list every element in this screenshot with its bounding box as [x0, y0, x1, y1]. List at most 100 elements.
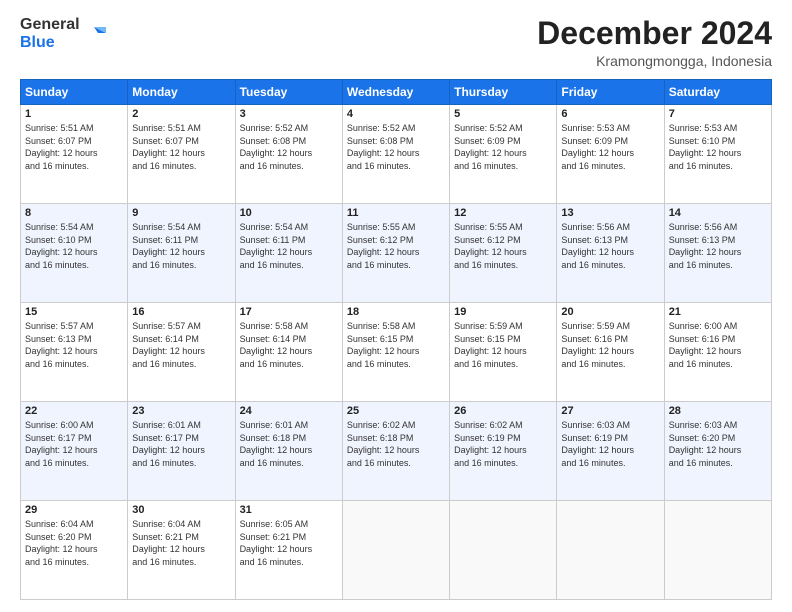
day-number: 15 — [25, 306, 123, 318]
calendar-cell: 21 Sunrise: 6:00 AM Sunset: 6:16 PM Dayl… — [664, 303, 771, 402]
day-number: 26 — [454, 405, 552, 417]
calendar-cell: 16 Sunrise: 5:57 AM Sunset: 6:14 PM Dayl… — [128, 303, 235, 402]
calendar-cell: 30 Sunrise: 6:04 AM Sunset: 6:21 PM Dayl… — [128, 501, 235, 600]
day-number: 23 — [132, 405, 230, 417]
calendar-cell: 13 Sunrise: 5:56 AM Sunset: 6:13 PM Dayl… — [557, 204, 664, 303]
header: General Blue December 2024 Kramongmongga… — [20, 16, 772, 69]
day-info: Sunrise: 5:55 AM Sunset: 6:12 PM Dayligh… — [347, 221, 445, 271]
calendar-cell: 7 Sunrise: 5:53 AM Sunset: 6:10 PM Dayli… — [664, 105, 771, 204]
calendar-table: SundayMondayTuesdayWednesdayThursdayFrid… — [20, 79, 772, 600]
day-number: 11 — [347, 207, 445, 219]
day-info: Sunrise: 5:59 AM Sunset: 6:16 PM Dayligh… — [561, 320, 659, 370]
calendar-cell — [450, 501, 557, 600]
day-number: 18 — [347, 306, 445, 318]
month-title: December 2024 — [537, 16, 772, 51]
day-number: 2 — [132, 108, 230, 120]
day-info: Sunrise: 5:51 AM Sunset: 6:07 PM Dayligh… — [132, 122, 230, 172]
day-info: Sunrise: 6:00 AM Sunset: 6:16 PM Dayligh… — [669, 320, 767, 370]
day-info: Sunrise: 5:52 AM Sunset: 6:08 PM Dayligh… — [347, 122, 445, 172]
day-number: 9 — [132, 207, 230, 219]
day-info: Sunrise: 5:54 AM Sunset: 6:10 PM Dayligh… — [25, 221, 123, 271]
day-number: 3 — [240, 108, 338, 120]
calendar-cell: 6 Sunrise: 5:53 AM Sunset: 6:09 PM Dayli… — [557, 105, 664, 204]
calendar-header-sunday: Sunday — [21, 80, 128, 105]
day-info: Sunrise: 6:01 AM Sunset: 6:18 PM Dayligh… — [240, 419, 338, 469]
day-info: Sunrise: 6:05 AM Sunset: 6:21 PM Dayligh… — [240, 518, 338, 568]
day-info: Sunrise: 6:00 AM Sunset: 6:17 PM Dayligh… — [25, 419, 123, 469]
calendar-cell: 15 Sunrise: 5:57 AM Sunset: 6:13 PM Dayl… — [21, 303, 128, 402]
day-info: Sunrise: 5:59 AM Sunset: 6:15 PM Dayligh… — [454, 320, 552, 370]
calendar-body: 1 Sunrise: 5:51 AM Sunset: 6:07 PM Dayli… — [21, 105, 772, 600]
calendar-cell: 3 Sunrise: 5:52 AM Sunset: 6:08 PM Dayli… — [235, 105, 342, 204]
page: General Blue December 2024 Kramongmongga… — [0, 0, 792, 612]
day-number: 29 — [25, 504, 123, 516]
day-info: Sunrise: 6:04 AM Sunset: 6:21 PM Dayligh… — [132, 518, 230, 568]
calendar-cell: 17 Sunrise: 5:58 AM Sunset: 6:14 PM Dayl… — [235, 303, 342, 402]
calendar-cell — [557, 501, 664, 600]
calendar-header-monday: Monday — [128, 80, 235, 105]
day-info: Sunrise: 6:01 AM Sunset: 6:17 PM Dayligh… — [132, 419, 230, 469]
calendar-cell: 11 Sunrise: 5:55 AM Sunset: 6:12 PM Dayl… — [342, 204, 449, 303]
logo: General Blue — [20, 16, 106, 51]
calendar-week-5: 29 Sunrise: 6:04 AM Sunset: 6:20 PM Dayl… — [21, 501, 772, 600]
day-number: 28 — [669, 405, 767, 417]
day-info: Sunrise: 6:03 AM Sunset: 6:20 PM Dayligh… — [669, 419, 767, 469]
calendar-header-tuesday: Tuesday — [235, 80, 342, 105]
day-info: Sunrise: 5:55 AM Sunset: 6:12 PM Dayligh… — [454, 221, 552, 271]
day-info: Sunrise: 5:52 AM Sunset: 6:08 PM Dayligh… — [240, 122, 338, 172]
calendar-cell: 31 Sunrise: 6:05 AM Sunset: 6:21 PM Dayl… — [235, 501, 342, 600]
calendar-cell: 26 Sunrise: 6:02 AM Sunset: 6:19 PM Dayl… — [450, 402, 557, 501]
calendar-cell: 22 Sunrise: 6:00 AM Sunset: 6:17 PM Dayl… — [21, 402, 128, 501]
day-number: 24 — [240, 405, 338, 417]
day-info: Sunrise: 5:53 AM Sunset: 6:10 PM Dayligh… — [669, 122, 767, 172]
calendar-header-thursday: Thursday — [450, 80, 557, 105]
calendar-cell: 28 Sunrise: 6:03 AM Sunset: 6:20 PM Dayl… — [664, 402, 771, 501]
day-number: 7 — [669, 108, 767, 120]
calendar-cell — [664, 501, 771, 600]
day-info: Sunrise: 5:54 AM Sunset: 6:11 PM Dayligh… — [132, 221, 230, 271]
calendar-cell: 10 Sunrise: 5:54 AM Sunset: 6:11 PM Dayl… — [235, 204, 342, 303]
day-info: Sunrise: 5:52 AM Sunset: 6:09 PM Dayligh… — [454, 122, 552, 172]
calendar-cell: 12 Sunrise: 5:55 AM Sunset: 6:12 PM Dayl… — [450, 204, 557, 303]
day-number: 4 — [347, 108, 445, 120]
day-info: Sunrise: 5:58 AM Sunset: 6:14 PM Dayligh… — [240, 320, 338, 370]
calendar-cell: 2 Sunrise: 5:51 AM Sunset: 6:07 PM Dayli… — [128, 105, 235, 204]
calendar-cell: 25 Sunrise: 6:02 AM Sunset: 6:18 PM Dayl… — [342, 402, 449, 501]
day-number: 1 — [25, 108, 123, 120]
day-number: 16 — [132, 306, 230, 318]
calendar-cell: 20 Sunrise: 5:59 AM Sunset: 6:16 PM Dayl… — [557, 303, 664, 402]
day-number: 19 — [454, 306, 552, 318]
day-number: 27 — [561, 405, 659, 417]
day-info: Sunrise: 5:57 AM Sunset: 6:13 PM Dayligh… — [25, 320, 123, 370]
calendar-cell: 5 Sunrise: 5:52 AM Sunset: 6:09 PM Dayli… — [450, 105, 557, 204]
day-number: 25 — [347, 405, 445, 417]
logo-general: General — [20, 16, 80, 34]
day-info: Sunrise: 5:54 AM Sunset: 6:11 PM Dayligh… — [240, 221, 338, 271]
day-info: Sunrise: 6:02 AM Sunset: 6:19 PM Dayligh… — [454, 419, 552, 469]
calendar-header-row: SundayMondayTuesdayWednesdayThursdayFrid… — [21, 80, 772, 105]
day-number: 5 — [454, 108, 552, 120]
logo-blue: Blue — [20, 34, 80, 52]
location: Kramongmongga, Indonesia — [537, 53, 772, 69]
day-number: 12 — [454, 207, 552, 219]
calendar-header-wednesday: Wednesday — [342, 80, 449, 105]
calendar-cell — [342, 501, 449, 600]
calendar-week-3: 15 Sunrise: 5:57 AM Sunset: 6:13 PM Dayl… — [21, 303, 772, 402]
day-number: 22 — [25, 405, 123, 417]
calendar-cell: 29 Sunrise: 6:04 AM Sunset: 6:20 PM Dayl… — [21, 501, 128, 600]
calendar-cell: 9 Sunrise: 5:54 AM Sunset: 6:11 PM Dayli… — [128, 204, 235, 303]
day-number: 21 — [669, 306, 767, 318]
calendar-cell: 14 Sunrise: 5:56 AM Sunset: 6:13 PM Dayl… — [664, 204, 771, 303]
calendar-week-1: 1 Sunrise: 5:51 AM Sunset: 6:07 PM Dayli… — [21, 105, 772, 204]
day-number: 10 — [240, 207, 338, 219]
day-number: 30 — [132, 504, 230, 516]
calendar-cell: 18 Sunrise: 5:58 AM Sunset: 6:15 PM Dayl… — [342, 303, 449, 402]
calendar-cell: 19 Sunrise: 5:59 AM Sunset: 6:15 PM Dayl… — [450, 303, 557, 402]
day-info: Sunrise: 5:57 AM Sunset: 6:14 PM Dayligh… — [132, 320, 230, 370]
calendar-cell: 24 Sunrise: 6:01 AM Sunset: 6:18 PM Dayl… — [235, 402, 342, 501]
day-number: 6 — [561, 108, 659, 120]
day-number: 14 — [669, 207, 767, 219]
day-info: Sunrise: 5:58 AM Sunset: 6:15 PM Dayligh… — [347, 320, 445, 370]
calendar-cell: 23 Sunrise: 6:01 AM Sunset: 6:17 PM Dayl… — [128, 402, 235, 501]
logo-bird-icon — [84, 23, 106, 45]
